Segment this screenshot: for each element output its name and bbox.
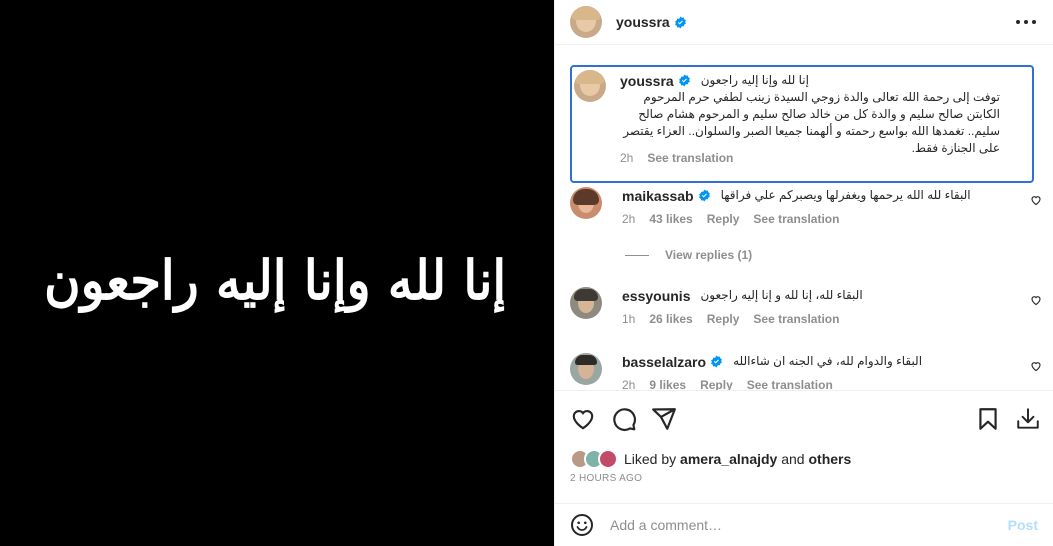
comment-username[interactable]: essyounis — [622, 288, 690, 304]
post-image: إنا لله وإنا إليه راجعون — [0, 0, 554, 546]
avatar[interactable] — [570, 6, 602, 38]
comment-time[interactable]: 2h — [622, 378, 635, 390]
image-calligraphy: إنا لله وإنا إليه راجعون — [43, 248, 507, 312]
bookmark-save-icon[interactable] — [975, 406, 1001, 432]
caption: youssra إنا لله وإنا إليه راجعون توفت إل… — [570, 65, 1034, 183]
caption-line1: إنا لله وإنا إليه راجعون — [700, 73, 809, 87]
liker-avatars[interactable] — [570, 449, 618, 469]
verified-badge-icon — [711, 355, 722, 368]
reply-button[interactable]: Reply — [707, 212, 740, 226]
comment-meta: 2h 43 likes Reply See translation — [622, 212, 853, 226]
action-bar — [555, 392, 1053, 444]
comment-header: basselalzaro البقاء والدوام لله، في الجن… — [622, 353, 922, 370]
comment-text: البقاء والدوام لله، في الجنه ان شاءالله — [733, 354, 923, 368]
calligraphy-text: إنا لله وإنا إليه راجعون — [40, 225, 510, 335]
add-comment-bar: Add a comment… Post — [555, 503, 1053, 546]
comment-text: البقاء لله، إنا لله و إنا إليه راجعون — [700, 288, 863, 302]
reply-button[interactable]: Reply — [700, 378, 733, 390]
emoji-smiley-icon[interactable] — [570, 513, 594, 537]
more-options-icon[interactable] — [1016, 14, 1036, 30]
post-header: youssra — [555, 0, 1053, 45]
comments-list[interactable]: youssra إنا لله وإنا إليه راجعون توفت إل… — [555, 45, 1053, 391]
avatar[interactable] — [570, 287, 602, 319]
like-heart-icon[interactable] — [570, 406, 596, 432]
like-comment-heart-icon[interactable] — [1030, 360, 1042, 372]
comment-likes[interactable]: 26 likes — [649, 312, 692, 326]
comment-bubble-icon[interactable] — [611, 406, 637, 432]
view-replies-button[interactable]: View replies (1) — [625, 248, 752, 262]
caption-see-translation-button[interactable]: See translation — [647, 151, 733, 165]
download-icon[interactable] — [1015, 406, 1041, 432]
see-translation-button[interactable]: See translation — [747, 378, 833, 390]
avatar[interactable] — [570, 353, 602, 385]
caption-body: توفت إلى رحمة الله تعالى والدة زوجي السي… — [623, 90, 1000, 155]
comment-likes[interactable]: 43 likes — [649, 212, 692, 226]
liked-by-user[interactable]: amera_alnajdy — [680, 451, 777, 467]
avatar[interactable] — [570, 187, 602, 219]
see-translation-button[interactable]: See translation — [753, 312, 839, 326]
post-time-ago[interactable]: 2 HOURS AGO — [570, 473, 642, 484]
comment-meta: 2h 9 likes Reply See translation — [622, 378, 847, 390]
caption-username[interactable]: youssra — [620, 73, 674, 89]
comment-header: essyounis البقاء لله، إنا لله و إنا إليه… — [622, 287, 863, 304]
liked-by-row: Liked by amera_alnajdy and others — [570, 448, 851, 470]
like-comment-heart-icon[interactable] — [1030, 194, 1042, 206]
liked-by-prefix: Liked by — [624, 451, 677, 467]
verified-badge-icon — [674, 16, 686, 28]
post-button[interactable]: Post — [1008, 517, 1038, 533]
comment-meta: 1h 26 likes Reply See translation — [622, 312, 853, 326]
comment-text: البقاء لله الله يرحمها ويغفرلها ويصبركم … — [720, 188, 971, 202]
liked-by-and: and — [781, 451, 805, 467]
verified-badge-icon — [678, 74, 690, 87]
comment-likes[interactable]: 9 likes — [649, 378, 686, 390]
share-send-icon[interactable] — [651, 406, 677, 432]
avatar[interactable] — [574, 70, 606, 102]
reply-button[interactable]: Reply — [707, 312, 740, 326]
comment-header: maikassab البقاء لله الله يرحمها ويغفرله… — [622, 187, 971, 204]
verified-badge-icon — [698, 189, 710, 202]
liked-by-others[interactable]: others — [808, 451, 851, 467]
caption-meta: 2h See translation — [620, 151, 747, 165]
post-side-panel: youssra youssra إنا لله وإنا إليه راجعون… — [554, 0, 1053, 546]
caption-time[interactable]: 2h — [620, 151, 633, 165]
comment-time[interactable]: 2h — [622, 212, 635, 226]
view-replies-label[interactable]: View replies (1) — [665, 248, 752, 262]
comment-username[interactable]: basselalzaro — [622, 354, 706, 370]
like-comment-heart-icon[interactable] — [1030, 294, 1042, 306]
see-translation-button[interactable]: See translation — [753, 212, 839, 226]
comment-time[interactable]: 1h — [622, 312, 635, 326]
header-username[interactable]: youssra — [616, 14, 670, 30]
replies-divider-line — [625, 254, 649, 256]
comment-username[interactable]: maikassab — [622, 188, 694, 204]
comment-input[interactable]: Add a comment… — [610, 517, 1008, 533]
liker-avatar — [598, 449, 618, 469]
